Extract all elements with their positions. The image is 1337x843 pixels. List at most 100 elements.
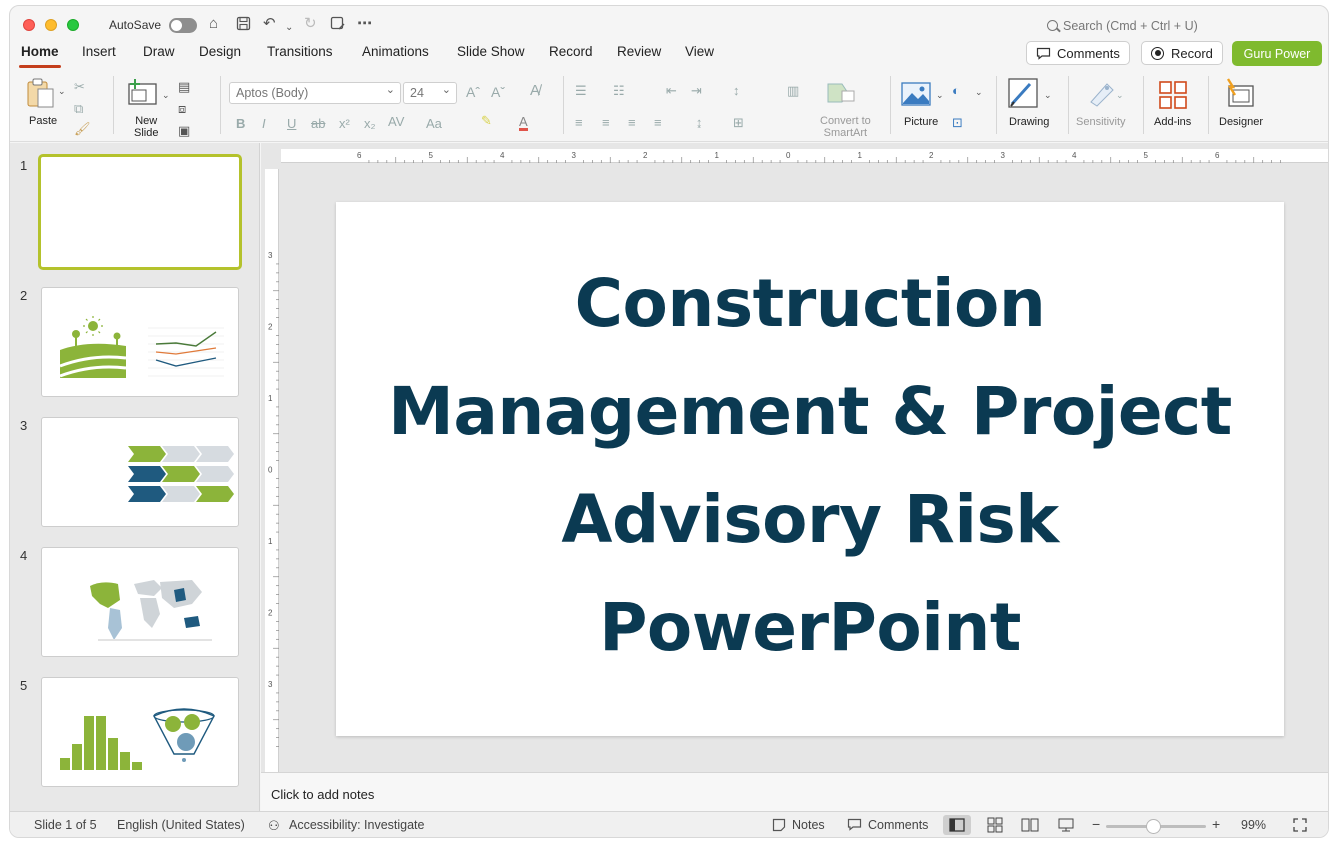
italic-icon[interactable]: I xyxy=(262,117,266,131)
horizontal-ruler[interactable]: 6 5 4 3 2 1 0 1 2 3 4 5 6 xyxy=(281,149,1328,163)
notes-pane[interactable]: Click to add notes xyxy=(261,772,1328,811)
slide-thumbnail-3[interactable] xyxy=(41,417,239,527)
undo-icon[interactable]: ↶ xyxy=(263,16,276,32)
tab-draw[interactable]: Draw xyxy=(143,44,175,59)
tab-review[interactable]: Review xyxy=(617,44,661,59)
highlight-icon[interactable]: ✎ xyxy=(481,114,492,128)
smartart-icon[interactable] xyxy=(826,82,856,107)
minimize-window-button[interactable] xyxy=(45,19,57,31)
format-painter-icon[interactable]: 🖌 xyxy=(74,122,91,136)
slide-thumbnail-1[interactable] xyxy=(38,154,242,270)
clear-formatting-icon[interactable]: A̸ xyxy=(530,83,540,98)
save-icon[interactable] xyxy=(236,16,251,35)
vertical-ruler[interactable]: 3 2 1 0 1 2 3 xyxy=(265,169,279,772)
decrease-font-size-icon[interactable]: Aˇ xyxy=(491,85,505,99)
shapes-icon[interactable]: ◐ xyxy=(952,84,960,98)
font-color-icon[interactable]: A xyxy=(519,115,528,131)
bold-icon[interactable]: B xyxy=(236,117,245,131)
reading-view-button[interactable] xyxy=(1016,815,1044,835)
shapes-chevron-icon[interactable]: ⌄ xyxy=(975,85,983,99)
reset-icon[interactable]: ⧈ xyxy=(178,102,186,116)
align-center-icon[interactable]: ≡ xyxy=(602,116,610,130)
comments-status-button[interactable]: Comments xyxy=(868,818,928,832)
subscript-icon[interactable]: x₂ xyxy=(364,117,376,131)
new-slide-chevron-icon[interactable]: ⌄ xyxy=(162,88,170,102)
strikethrough-icon[interactable]: ab xyxy=(311,117,325,131)
sensitivity-icon[interactable] xyxy=(1087,80,1115,111)
increase-indent-icon[interactable]: ⇥ xyxy=(691,84,702,98)
autosave-toggle[interactable] xyxy=(169,18,197,33)
change-case-icon[interactable]: Aa xyxy=(426,117,442,131)
bullets-icon[interactable]: ☰ xyxy=(575,84,587,98)
line-spacing-icon[interactable]: ↕ xyxy=(733,84,740,98)
notes-button[interactable]: Notes xyxy=(792,818,825,832)
close-window-button[interactable] xyxy=(23,19,35,31)
zoom-slider[interactable] xyxy=(1106,819,1206,834)
slide-title[interactable]: Construction Management & Project Adviso… xyxy=(336,250,1284,682)
justify-icon[interactable]: ≡ xyxy=(654,116,662,130)
copy-icon[interactable]: ⧉ xyxy=(74,102,83,116)
zoom-level[interactable]: 99% xyxy=(1241,818,1266,832)
align-right-icon[interactable]: ≡ xyxy=(628,116,636,130)
sensitivity-chevron-icon[interactable]: ⌄ xyxy=(1116,88,1124,102)
tab-slide-show[interactable]: Slide Show xyxy=(457,44,525,59)
columns-icon[interactable]: ▥ xyxy=(787,84,799,98)
drawing-icon[interactable] xyxy=(1008,78,1038,113)
language-indicator[interactable]: English (United States) xyxy=(117,818,245,832)
comment-status-icon[interactable] xyxy=(847,818,862,834)
slide-thumbnail-2[interactable] xyxy=(41,287,239,397)
slide-thumbnail-4[interactable] xyxy=(41,547,239,657)
search-box[interactable]: Search (Cmd + Ctrl + U) xyxy=(1047,19,1198,33)
font-size-field[interactable]: 24 xyxy=(403,82,457,104)
notes-icon[interactable] xyxy=(772,818,786,835)
new-slide-icon[interactable] xyxy=(127,78,159,111)
redo-icon[interactable]: ↻ xyxy=(304,16,317,32)
cut-icon[interactable]: ✂ xyxy=(74,80,85,94)
zoom-in-icon[interactable]: + xyxy=(1212,816,1220,832)
underline-icon[interactable]: U xyxy=(287,117,296,131)
record-button[interactable]: Record xyxy=(1141,41,1223,65)
tab-record[interactable]: Record xyxy=(549,44,593,59)
slide-thumbnail-pane[interactable]: 1 2 3 4 5 xyxy=(10,143,260,811)
slide-show-button[interactable] xyxy=(1052,815,1080,835)
character-spacing-icon[interactable]: AV xyxy=(388,115,404,129)
align-left-icon[interactable]: ≡ xyxy=(575,116,583,130)
increase-font-size-icon[interactable]: Aˆ xyxy=(466,85,480,99)
zoom-slider-handle[interactable] xyxy=(1146,819,1161,834)
designer-icon[interactable] xyxy=(1224,78,1256,113)
accessibility-status[interactable]: Accessibility: Investigate xyxy=(289,818,424,832)
text-direction-icon[interactable]: ↨ xyxy=(696,116,703,130)
maximize-window-button[interactable] xyxy=(67,19,79,31)
guru-power-button[interactable]: Guru Power xyxy=(1232,41,1322,66)
section-icon[interactable]: ▣ xyxy=(178,124,190,138)
tab-transitions[interactable]: Transitions xyxy=(267,44,333,59)
superscript-icon[interactable]: x² xyxy=(339,117,350,131)
layout-icon[interactable]: ▤ xyxy=(178,80,190,94)
slide-sorter-button[interactable] xyxy=(981,815,1009,835)
drawing-chevron-icon[interactable]: ⌄ xyxy=(1044,88,1052,102)
tab-view[interactable]: View xyxy=(685,44,714,59)
comments-button[interactable]: Comments xyxy=(1026,41,1130,65)
picture-icon[interactable] xyxy=(901,82,931,109)
font-name-field[interactable]: Aptos (Body) xyxy=(229,82,401,104)
paste-dropdown-chevron-icon[interactable]: ⌄ xyxy=(58,84,66,98)
more-icon[interactable]: ⋯ xyxy=(357,16,372,32)
normal-view-button[interactable] xyxy=(943,815,971,835)
tab-animations[interactable]: Animations xyxy=(362,44,429,59)
save-as-icon[interactable] xyxy=(330,16,345,35)
tab-home[interactable]: Home xyxy=(19,44,61,68)
tab-insert[interactable]: Insert xyxy=(82,44,116,59)
text-box-icon[interactable]: ⊡ xyxy=(952,116,963,130)
add-ins-icon[interactable] xyxy=(1158,80,1188,113)
accessibility-icon[interactable]: ⚇ xyxy=(268,818,280,834)
slide-thumbnail-5[interactable] xyxy=(41,677,239,787)
tab-design[interactable]: Design xyxy=(199,44,241,59)
slide-canvas[interactable]: Construction Management & Project Adviso… xyxy=(336,202,1284,736)
decrease-indent-icon[interactable]: ⇤ xyxy=(666,84,677,98)
zoom-out-icon[interactable]: − xyxy=(1092,816,1100,832)
paste-icon[interactable] xyxy=(25,77,57,112)
numbering-icon[interactable]: ☷ xyxy=(613,84,625,98)
picture-chevron-icon[interactable]: ⌄ xyxy=(936,88,944,102)
fit-to-window-icon[interactable] xyxy=(1293,818,1307,835)
undo-dropdown-chevron-icon[interactable]: ⌄ xyxy=(285,20,293,36)
